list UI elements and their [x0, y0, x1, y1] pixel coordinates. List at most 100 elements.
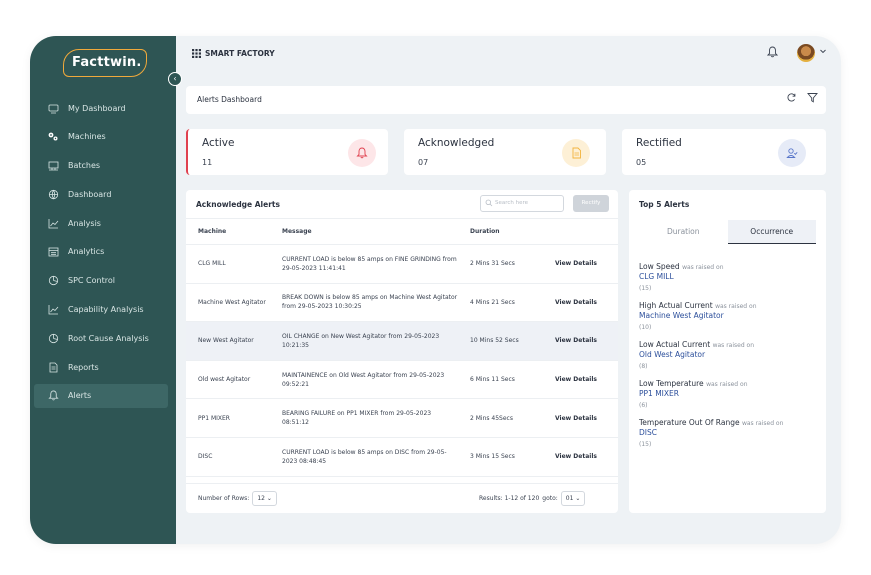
- list-item: Low Temperature was raised on PP1 MIXER (6…: [639, 379, 820, 409]
- stat-value: 07: [418, 158, 429, 167]
- sidebar-item-root-cause-analysis[interactable]: Root Cause Analysis: [30, 326, 176, 350]
- list-item: Temperature Out Of Range was raised on DI…: [639, 418, 820, 448]
- line-chart-icon: [46, 216, 60, 230]
- chevron-down-icon: ⌄: [266, 495, 272, 502]
- top5-alerts-panel: Top 5 Alerts Duration Occurrence Low Spe…: [629, 190, 826, 513]
- refresh-icon[interactable]: [786, 92, 797, 103]
- tab-occurrence[interactable]: Occurrence: [727, 220, 816, 244]
- machine-link[interactable]: Machine West Agitator: [639, 311, 820, 320]
- globe-icon: [46, 187, 60, 201]
- batches-icon: [46, 159, 60, 173]
- panel-title: Acknowledge Alerts: [196, 200, 280, 209]
- chevron-down-icon: ⌄: [575, 495, 581, 502]
- notification-bell-icon[interactable]: [767, 46, 778, 58]
- stat-card-rectified[interactable]: Rectified 05: [622, 129, 826, 175]
- alert-name: High Actual Current: [639, 301, 713, 310]
- table-row[interactable]: DISC CURRENT LOAD is below 85 amps on DIS…: [186, 437, 618, 477]
- table-row[interactable]: Machine West Agitator BREAK DOWN is below…: [186, 283, 618, 323]
- avatar[interactable]: [797, 44, 815, 62]
- cell-duration: 6 Mins 11 Secs: [458, 360, 543, 400]
- stat-card-acknowledged[interactable]: Acknowledged 07: [404, 129, 606, 175]
- cell-machine: DISC: [186, 437, 270, 477]
- stat-value: 11: [202, 158, 213, 167]
- machine-link[interactable]: Old West Agitator: [639, 350, 820, 359]
- grid-icon[interactable]: [192, 49, 201, 58]
- view-details-link[interactable]: View Details: [543, 437, 618, 477]
- column-header-duration: Duration: [458, 218, 543, 245]
- sidebar-item-my-dashboard[interactable]: My Dashboard: [30, 96, 176, 120]
- raised-text: was raised on: [741, 420, 784, 427]
- machine-link[interactable]: DISC: [639, 428, 820, 437]
- sidebar-item-reports[interactable]: Reports: [30, 355, 176, 379]
- cell-machine: Old west Agitator: [186, 360, 270, 400]
- sidebar-item-alerts[interactable]: Alerts: [34, 383, 168, 408]
- view-details-link[interactable]: View Details: [543, 244, 618, 284]
- pie-chart-icon: [46, 274, 60, 288]
- occurrence-count: (10): [639, 324, 652, 331]
- sidebar-item-batches[interactable]: Batches: [30, 154, 176, 178]
- sidebar-item-label: Batches: [68, 161, 101, 171]
- cell-machine: PP1 MIXER: [186, 398, 270, 438]
- stat-value: 05: [636, 158, 647, 167]
- alert-name: Low Temperature: [639, 379, 704, 388]
- sidebar-item-label: Dashboard: [68, 189, 112, 199]
- machine-link[interactable]: CLG MILL: [639, 272, 820, 281]
- tab-duration[interactable]: Duration: [639, 220, 728, 244]
- sidebar-item-label: Alerts: [68, 391, 92, 401]
- filter-icon[interactable]: [807, 92, 818, 103]
- occurrence-count: (8): [639, 363, 648, 370]
- sidebar-item-analytics[interactable]: Analytics: [30, 240, 176, 264]
- table-row[interactable]: PP1 MIXER BEARING FAILURE on PP1 MIXER fr…: [186, 398, 618, 438]
- rectify-button[interactable]: Rectify: [573, 195, 609, 212]
- cell-message: CURRENT LOAD is below 85 amps on DISC fr…: [270, 437, 458, 477]
- sidebar-item-label: Machines: [68, 132, 106, 142]
- table-row[interactable]: Old west Agitator MAINTAINENCE on Old Wes…: [186, 360, 618, 400]
- view-details-link[interactable]: View Details: [543, 321, 618, 361]
- table-header-row: Machine Message Duration: [186, 218, 618, 245]
- alert-name: Low Actual Current: [639, 340, 711, 349]
- goto-page-select[interactable]: 01 ⌄: [560, 491, 586, 506]
- sidebar-item-capability-analysis[interactable]: Capability Analysis: [30, 298, 176, 322]
- results-text: Results: 1-12 of 120: [479, 495, 540, 502]
- table-row[interactable]: New West Agitator OIL CHANGE on New West …: [186, 321, 618, 361]
- sidebar-item-machines[interactable]: Machines: [30, 125, 176, 149]
- view-details-link[interactable]: View Details: [543, 283, 618, 323]
- chevron-down-icon[interactable]: [819, 47, 827, 55]
- stat-card-active[interactable]: Active 11: [186, 129, 388, 175]
- search-icon: [485, 199, 493, 207]
- goto-label: goto:: [542, 495, 558, 502]
- column-header-action: [543, 218, 618, 245]
- panel-title: Top 5 Alerts: [639, 200, 690, 209]
- cell-machine: CLG MILL: [186, 244, 270, 284]
- occurrence-count: (15): [639, 285, 652, 292]
- sidebar-item-label: My Dashboard: [68, 103, 126, 113]
- raised-text: was raised on: [712, 342, 755, 349]
- view-details-link[interactable]: View Details: [543, 360, 618, 400]
- sidebar-item-label: Capability Analysis: [68, 305, 144, 315]
- pie-chart-icon: [46, 331, 60, 345]
- search-placeholder: Search here: [495, 200, 529, 206]
- table-row[interactable]: CLG MILL CURRENT LOAD is below 85 amps on…: [186, 244, 618, 284]
- sidebar-item-label: Root Cause Analysis: [68, 333, 149, 343]
- sidebar-item-spc-control[interactable]: SPC Control: [30, 269, 176, 293]
- collapse-sidebar-icon[interactable]: ‹: [168, 72, 182, 86]
- machine-link[interactable]: PP1 MIXER: [639, 389, 820, 398]
- sidebar-item-label: Analytics: [68, 247, 105, 257]
- view-details-link[interactable]: View Details: [543, 398, 618, 438]
- sidebar-item-analysis[interactable]: Analysis: [30, 211, 176, 235]
- sidebar-item-dashboard[interactable]: Dashboard: [30, 182, 176, 206]
- acknowledge-alerts-panel: Acknowledge Alerts Search here Rectify M…: [186, 190, 618, 513]
- logo[interactable]: Facttwin.: [63, 49, 147, 77]
- search-input[interactable]: Search here: [480, 195, 564, 212]
- column-header-machine: Machine: [186, 218, 270, 245]
- cell-message: MAINTAINENCE on Old West Agitator from 2…: [270, 360, 458, 400]
- cell-message: CURRENT LOAD is below 85 amps on FINE GR…: [270, 244, 458, 284]
- document-icon: [562, 139, 590, 167]
- cell-duration: 2 Mins 45Secs: [458, 398, 543, 438]
- raised-text: was raised on: [715, 303, 757, 310]
- alert-name: Temperature Out Of Range: [639, 418, 740, 427]
- goto-page-value: 01: [565, 495, 574, 502]
- list-item: Low Actual Current was raised on Old West…: [639, 340, 820, 370]
- rows-per-page-select[interactable]: 12 ⌄: [252, 491, 277, 506]
- brand-label: SMART FACTORY: [205, 49, 275, 58]
